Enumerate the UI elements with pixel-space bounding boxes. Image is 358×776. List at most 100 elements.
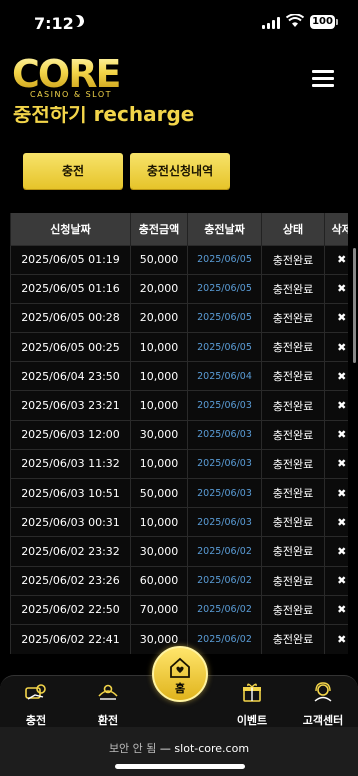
deposit-date-cell: 2025/06/05 <box>187 332 262 362</box>
table-row: 2025/06/05 00:25 10,000 2025/06/05 충전완료 ✖ <box>10 332 348 362</box>
col-amount: 충전금액 <box>130 213 188 245</box>
table-row: 2025/06/03 12:00 30,000 2025/06/03 충전완료 ✖ <box>10 419 348 450</box>
url-display[interactable]: 보안 안 됨 — slot-core.com <box>0 740 358 756</box>
status-cell: 충전완료 <box>261 273 325 304</box>
table-row: 2025/06/02 23:32 30,000 2025/06/02 충전완료 ✖ <box>10 536 348 567</box>
status-cell: 충전완료 <box>261 390 325 421</box>
amount-cell: 10,000 <box>130 361 188 391</box>
wifi-icon <box>286 14 304 27</box>
amount-cell: 60,000 <box>130 565 188 596</box>
request-date-cell: 2025/06/05 01:19 <box>10 244 131 275</box>
status-bar: 7:12 100 <box>0 0 358 46</box>
deposit-date-cell: 2025/06/03 <box>187 419 262 450</box>
delete-button[interactable]: ✖ <box>324 536 348 567</box>
deposit-history-button[interactable]: 충전신청내역 <box>130 153 230 189</box>
nav-support-label: 고객센터 <box>302 714 344 727</box>
status-cell: 충전완료 <box>261 477 325 508</box>
delete-button[interactable]: ✖ <box>324 448 348 479</box>
nav-support[interactable]: 고객센터 <box>293 682 353 728</box>
request-date-cell: 2025/06/05 01:16 <box>10 273 131 304</box>
section-title: 충전하기 recharge <box>0 106 358 130</box>
nav-event-label: 이벤트 <box>236 714 268 727</box>
deposit-date-cell: 2025/06/05 <box>187 273 262 304</box>
table-row: 2025/06/05 01:16 20,000 2025/06/05 충전완료 ✖ <box>10 273 348 304</box>
table-row: 2025/06/04 23:50 10,000 2025/06/04 충전완료 ✖ <box>10 361 348 391</box>
delete-button[interactable]: ✖ <box>324 302 348 333</box>
col-delete: 삭제 <box>324 213 348 245</box>
deposit-date-cell: 2025/06/02 <box>187 594 262 625</box>
home-heart-icon <box>170 657 190 678</box>
status-cell: 충전완료 <box>261 448 325 479</box>
deposit-date-cell: 2025/06/03 <box>187 390 262 421</box>
delete-button[interactable]: ✖ <box>324 419 348 450</box>
table-row: 2025/06/05 01:19 50,000 2025/06/05 충전완료 ✖ <box>10 244 348 275</box>
request-date-cell: 2025/06/02 22:50 <box>10 594 131 625</box>
hamburger-menu-icon[interactable] <box>312 70 334 88</box>
delete-button[interactable]: ✖ <box>324 565 348 596</box>
nav-home-label: 홈 <box>174 682 186 695</box>
request-date-cell: 2025/06/02 23:32 <box>10 536 131 567</box>
nav-home[interactable]: 홈 <box>152 646 208 718</box>
headset-icon <box>314 682 332 702</box>
request-date-cell: 2025/06/03 10:51 <box>10 477 131 508</box>
deposit-history-table: 신청날짜 충전금액 충전날짜 상태 삭제 2025/06/05 01:19 50,… <box>10 213 348 655</box>
logo-text: CORE <box>12 54 127 94</box>
table-row: 2025/06/02 23:26 60,000 2025/06/02 충전완료 ✖ <box>10 565 348 596</box>
gift-icon <box>243 683 261 702</box>
deposit-button[interactable]: 충전 <box>23 153 123 189</box>
request-date-cell: 2025/06/04 23:50 <box>10 361 131 391</box>
table-row: 2025/06/03 10:51 50,000 2025/06/03 충전완료 ✖ <box>10 477 348 508</box>
scrollbar[interactable] <box>353 248 356 363</box>
delete-button[interactable]: ✖ <box>324 361 348 391</box>
page-title: 충전하기 recharge <box>13 106 195 126</box>
status-cell: 충전완료 <box>261 507 325 537</box>
col-request-date: 신청날짜 <box>10 213 131 245</box>
deposit-date-cell: 2025/06/03 <box>187 477 262 508</box>
nav-deposit[interactable]: 충전 <box>6 682 66 728</box>
deposit-date-cell: 2025/06/04 <box>187 361 262 391</box>
nav-withdraw[interactable]: 환전 <box>78 682 138 728</box>
nav-event[interactable]: 이벤트 <box>222 682 282 728</box>
delete-button[interactable]: ✖ <box>324 507 348 537</box>
deposit-icon <box>25 684 46 700</box>
request-date-cell: 2025/06/05 00:28 <box>10 302 131 333</box>
amount-cell: 50,000 <box>130 477 188 508</box>
table-header-row: 신청날짜 충전금액 충전날짜 상태 삭제 <box>10 213 348 245</box>
request-date-cell: 2025/06/03 23:21 <box>10 390 131 421</box>
status-cell: 충전완료 <box>261 623 325 654</box>
battery-icon: 100 <box>310 15 338 29</box>
logo[interactable]: CORE CASINO & SLOT <box>12 54 127 102</box>
delete-button[interactable]: ✖ <box>324 390 348 421</box>
signal-icon <box>262 17 280 29</box>
table-row: 2025/06/03 23:21 10,000 2025/06/03 충전완료 ✖ <box>10 390 348 421</box>
deposit-date-cell: 2025/06/03 <box>187 448 262 479</box>
request-date-cell: 2025/06/02 23:26 <box>10 565 131 596</box>
site-header: CORE CASINO & SLOT <box>0 46 358 106</box>
amount-cell: 50,000 <box>130 244 188 275</box>
col-status: 상태 <box>261 213 325 245</box>
deposit-date-cell: 2025/06/02 <box>187 536 262 567</box>
amount-cell: 20,000 <box>130 273 188 304</box>
status-cell: 충전완료 <box>261 361 325 391</box>
url-separator: — <box>156 742 175 755</box>
url-domain: slot-core.com <box>174 742 250 755</box>
status-cell: 충전완료 <box>261 302 325 333</box>
table-row: 2025/06/03 00:31 10,000 2025/06/03 충전완료 ✖ <box>10 507 348 537</box>
amount-cell: 10,000 <box>130 448 188 479</box>
status-cell: 충전완료 <box>261 594 325 625</box>
delete-button[interactable]: ✖ <box>324 273 348 304</box>
delete-button[interactable]: ✖ <box>324 477 348 508</box>
delete-button[interactable]: ✖ <box>324 244 348 275</box>
status-cell: 충전완료 <box>261 536 325 567</box>
table-row: 2025/06/02 22:50 70,000 2025/06/02 충전완료 ✖ <box>10 594 348 625</box>
request-date-cell: 2025/06/03 12:00 <box>10 419 131 450</box>
deposit-date-cell: 2025/06/02 <box>187 565 262 596</box>
delete-button[interactable]: ✖ <box>324 594 348 625</box>
delete-button[interactable]: ✖ <box>324 332 348 362</box>
delete-button[interactable]: ✖ <box>324 623 348 654</box>
security-label: 보안 안 됨 <box>108 742 157 755</box>
amount-cell: 10,000 <box>130 332 188 362</box>
table-row: 2025/06/05 00:28 20,000 2025/06/05 충전완료 ✖ <box>10 302 348 333</box>
amount-cell: 30,000 <box>130 419 188 450</box>
home-indicator <box>115 764 245 769</box>
